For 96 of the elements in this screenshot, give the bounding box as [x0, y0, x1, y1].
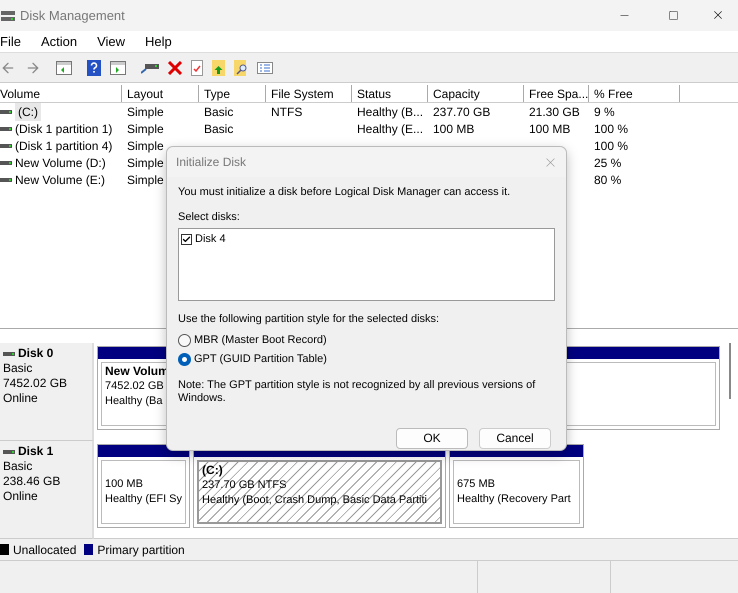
disk-size: 7452.02 GB: [3, 376, 68, 391]
partition-block[interactable]: 675 MB Healthy (Recovery Part: [453, 460, 580, 524]
panel-icon[interactable]: [56, 60, 72, 74]
scrollbar[interactable]: [729, 343, 731, 399]
maximize-icon[interactable]: [668, 10, 679, 21]
table-cell-text: 100 %: [594, 138, 628, 154]
menu-item[interactable]: View: [97, 32, 126, 52]
table-cell-text: 100 MB: [433, 120, 474, 138]
table-cell-text: 237.70 GB: [433, 104, 490, 120]
partition-style-label: Use the following partition style for the selected disks:: [178, 312, 440, 327]
radio-button[interactable]: [178, 352, 191, 366]
drive-icon: [3, 350, 15, 356]
table-cell-text: Healthy (E...: [357, 120, 424, 138]
column-header[interactable]: Free Spa...: [524, 85, 589, 102]
menu-item[interactable]: File: [0, 32, 21, 52]
table-cell-text: Basic: [204, 104, 234, 120]
drive-icon: [0, 108, 12, 114]
column-header[interactable]: Type: [199, 85, 266, 102]
table-cell-text: Simple: [127, 138, 164, 154]
table-cell-text: 21.30 GB: [529, 104, 580, 120]
partition-size: 7452.02 GB: [105, 379, 164, 394]
back-icon[interactable]: [0, 60, 16, 76]
drive-icon: [0, 160, 12, 166]
column-header[interactable]: Volume: [0, 85, 122, 102]
table-cell-text: 100 MB: [529, 120, 570, 138]
panel-icon[interactable]: [110, 60, 126, 74]
checklist-icon[interactable]: [257, 62, 273, 74]
partition-status: Healthy (Ba: [105, 394, 162, 409]
disk-name: Disk 0: [18, 346, 54, 361]
partition-status: Healthy (EFI Sy: [105, 492, 182, 507]
legend-label: Primary partition: [97, 542, 185, 558]
select-disks-label: Select disks:: [178, 210, 241, 224]
drive-connect-icon[interactable]: [141, 62, 159, 74]
table-cell-text: Simple: [127, 154, 164, 172]
radio-button[interactable]: [178, 334, 191, 346]
radio-label: GPT (GUID Partition Table): [194, 352, 327, 367]
drive-icon: [0, 142, 12, 148]
table-cell-text: 25 %: [594, 154, 622, 172]
menu-item[interactable]: Help: [145, 32, 172, 52]
folder-search-icon[interactable]: [234, 60, 248, 76]
disk-status: Online: [3, 391, 39, 406]
legend-label: Unallocated: [13, 542, 76, 558]
table-cell-text: Healthy (B...: [357, 104, 424, 120]
table-cell-text: (Disk 1 partition 1): [15, 120, 112, 138]
disk-status: Online: [3, 489, 39, 504]
disk-size: 238.46 GB: [3, 474, 62, 489]
table-cell-text: Simple: [127, 172, 164, 188]
table-cell-text: New Volume (D:): [15, 154, 106, 172]
folder-up-icon[interactable]: [212, 60, 225, 76]
forward-icon[interactable]: [25, 60, 41, 76]
column-header[interactable]: File System: [266, 85, 352, 102]
menu-item[interactable]: Action: [40, 32, 78, 52]
partition-name: (C:): [202, 463, 223, 478]
table-cell-text: 100 %: [594, 120, 628, 138]
help-icon[interactable]: [87, 60, 101, 76]
drive-icon: [0, 126, 12, 132]
disk-option-label: Disk 4: [195, 232, 226, 247]
partition-block[interactable]: (C:) 237.70 GB NTFS Healthy (Boot, Crash Dump, Basic Data Partiti: [197, 460, 442, 524]
dialog-message: You must initialize a disk before Logical Disk Manager can access it.: [178, 185, 512, 200]
disk-type: Basic: [3, 459, 34, 474]
window-title: Disk Management: [20, 6, 125, 25]
partition-status: Healthy (Recovery Part: [457, 492, 571, 507]
column-header[interactable]: Layout: [122, 85, 199, 102]
disk-label-panel[interactable]: Disk 1 Basic 238.46 GB Online: [0, 441, 94, 539]
drive-icon: [3, 448, 15, 454]
disk-name: Disk 1: [18, 444, 54, 459]
dialog-title: Initialize Disk: [176, 154, 246, 171]
partition-block[interactable]: 100 MB Healthy (EFI Sy: [101, 460, 186, 524]
disk-label-panel[interactable]: Disk 0 Basic 7452.02 GB Online: [0, 343, 94, 441]
partition-size: 675 MB: [457, 477, 495, 492]
partition-status: Healthy (Boot, Crash Dump, Basic Data Partiti: [202, 493, 428, 508]
table-cell-text: Simple: [127, 104, 164, 120]
dialog-note: Note: The GPT partition style is not recognized by all previous versions of Windows.: [178, 378, 536, 404]
radio-label: MBR (Master Boot Record): [194, 332, 327, 348]
table-cell-text: 80 %: [594, 172, 622, 188]
column-header[interactable]: % Free: [589, 85, 680, 102]
cancel-button[interactable]: Cancel: [479, 428, 551, 448]
table-cell-text: Simple: [127, 120, 164, 138]
table-cell-text: (Disk 1 partition 4): [15, 138, 112, 154]
drive-icon: [0, 176, 12, 182]
checkbox[interactable]: [181, 234, 192, 244]
table-cell: (C:): [15, 102, 41, 120]
ok-button[interactable]: OK: [396, 428, 468, 448]
table-cell-text: New Volume (E:): [15, 172, 106, 188]
table-cell-text: NTFS: [271, 104, 302, 120]
partition-size: 100 MB: [105, 477, 143, 492]
disk-list[interactable]: Disk 4: [178, 228, 555, 301]
partition-size: 237.70 GB NTFS: [202, 478, 286, 493]
table-cell-text: 9 %: [594, 104, 615, 120]
disk-type: Basic: [3, 361, 34, 376]
disk-app-icon: [1, 10, 15, 22]
delete-icon[interactable]: [168, 60, 182, 74]
column-header[interactable]: Status: [352, 85, 428, 102]
table-cell-text: Basic: [204, 120, 234, 138]
column-header[interactable]: Capacity: [428, 85, 524, 102]
check-document-icon[interactable]: [191, 60, 203, 76]
